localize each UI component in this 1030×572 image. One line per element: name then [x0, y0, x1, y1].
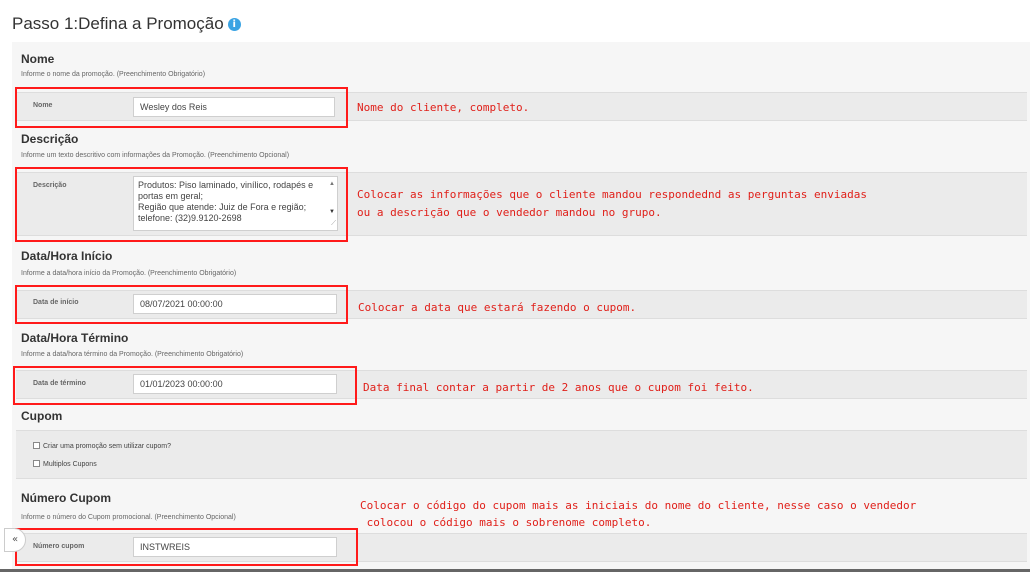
annotation-note-nome: Nome do cliente, completo. [357, 101, 530, 114]
section-title-termino: Data/Hora Término [21, 331, 129, 345]
section-title-descricao: Descrição [21, 132, 79, 146]
annotation-note-inicio: Colocar a data que estará fazendo o cupo… [358, 301, 637, 314]
section-title-inicio: Data/Hora Início [21, 249, 113, 263]
section-desc-descricao: Informe um texto descritivo com informaç… [21, 152, 290, 159]
annotation-box-numero-cupom [15, 528, 358, 566]
section-desc-inicio: Informe a data/hora início da Promoção. … [21, 270, 237, 277]
section-title-cupom: Cupom [21, 409, 63, 423]
annotation-box-nome [15, 87, 348, 128]
page-title: Passo 1:Defina a Promoção i [12, 14, 241, 34]
section-title-numero-cupom: Número Cupom [21, 491, 111, 505]
checkbox-sem-cupom-label: Criar uma promoção sem utilizar cupom? [43, 443, 171, 450]
checkbox-sem-cupom-box[interactable] [33, 442, 40, 449]
checkbox-sem-cupom[interactable]: Criar uma promoção sem utilizar cupom? [33, 442, 171, 450]
annotation-note-descricao-2: ou a descrição que o vendedor mandou no … [357, 206, 662, 219]
annotation-box-descricao [15, 167, 348, 242]
section-desc-nome: Informe o nome da promoção. (Preenchimen… [21, 71, 206, 78]
annotation-note-descricao-1: Colocar as informações que o cliente man… [357, 188, 867, 201]
section-desc-termino: Informe a data/hora término da Promoção.… [21, 351, 244, 358]
annotation-note-numero-cupom-1: Colocar o código do cupom mais as inicia… [360, 499, 917, 512]
info-icon[interactable]: i [227, 18, 241, 31]
checkbox-multiplos-cupons-box[interactable] [33, 460, 40, 467]
row-cupom [16, 430, 1027, 479]
annotation-box-termino [13, 366, 357, 405]
section-desc-numero-cupom: Informe o número do Cupom promocional. (… [21, 514, 236, 521]
annotation-note-numero-cupom-2: colocou o código mais o sobrenome comple… [360, 516, 652, 529]
checkbox-multiplos-cupons[interactable]: Multiplos Cupons [33, 460, 97, 468]
annotation-box-inicio [15, 285, 348, 324]
annotation-note-termino: Data final contar a partir de 2 anos que… [363, 381, 754, 394]
checkbox-multiplos-cupons-label: Multiplos Cupons [43, 461, 97, 468]
section-title-nome: Nome [21, 52, 55, 66]
page-title-text: Passo 1:Defina a Promoção [12, 14, 224, 33]
